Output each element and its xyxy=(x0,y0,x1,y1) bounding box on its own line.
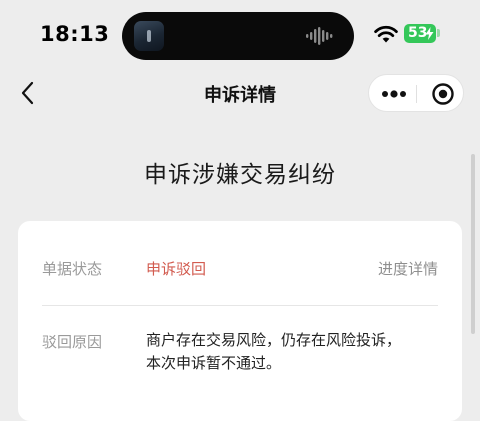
nav-bar: 申诉详情 xyxy=(0,72,480,116)
rejection-reason-line: 商户存在交易风险，仍存在风险投诉， xyxy=(146,331,402,349)
battery-icon: 53 xyxy=(404,24,436,43)
more-dots-icon[interactable] xyxy=(379,84,409,104)
status-badge: 申诉驳回 xyxy=(146,260,207,278)
rejection-reason: 商户存在交易风险，仍存在风险投诉， 本次申诉暂不通过。 xyxy=(146,329,401,375)
complaint-type-heading: 申诉涉嫌交易纠纷 xyxy=(144,162,336,188)
status-label: 单据状态 xyxy=(42,260,103,278)
reason-label: 驳回原因 xyxy=(42,333,103,351)
wifi-icon xyxy=(374,25,398,43)
rejection-reason-line: 本次申诉暂不通过。 xyxy=(146,354,282,372)
battery-cap xyxy=(437,29,440,37)
complaint-detail-card: 单据状态 申诉驳回 进度详情 驳回原因 商户存在交易风险，仍存在风险投诉， 本次… xyxy=(18,221,462,421)
dynamic-island[interactable] xyxy=(122,12,354,60)
status-time: 18:13 xyxy=(40,22,110,46)
row-divider xyxy=(42,305,438,306)
audio-wave-icon xyxy=(306,27,333,45)
charging-bolt-icon xyxy=(425,27,434,40)
capsule-divider xyxy=(416,85,417,103)
scrollbar[interactable] xyxy=(471,154,475,334)
status-bar: 18:13 53 xyxy=(0,0,480,72)
close-target-icon[interactable] xyxy=(431,82,455,106)
mini-program-capsule xyxy=(368,74,464,112)
progress-detail-link[interactable]: 进度详情 xyxy=(378,258,438,279)
now-playing-artwork xyxy=(134,21,164,51)
